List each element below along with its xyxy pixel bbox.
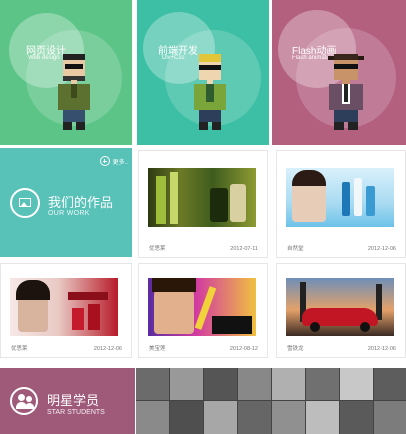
work-thumbnail <box>148 168 256 227</box>
student-photo[interactable] <box>204 368 237 400</box>
student-photo[interactable] <box>272 401 305 434</box>
work-name: 优思莱 <box>149 246 166 252</box>
picture-icon <box>10 188 40 218</box>
plus-circle-icon <box>99 156 110 166</box>
work-name: 优思莱 <box>11 346 28 352</box>
tile-subtitle: Web design <box>28 55 60 61</box>
student-photo[interactable] <box>170 401 203 434</box>
works-subtitle: OUR WORK <box>48 210 90 217</box>
student-photo[interactable] <box>374 368 406 400</box>
more-link[interactable]: 更多.. <box>99 156 128 166</box>
more-label: 更多.. <box>112 159 128 166</box>
work-card[interactable]: 自然堂 2012-12-06 <box>276 150 406 258</box>
tile-web-design[interactable]: 网页设计 Web design <box>0 0 132 145</box>
student-photo[interactable] <box>272 368 305 400</box>
work-thumbnail <box>10 278 118 336</box>
student-photo[interactable] <box>374 401 406 434</box>
student-photo[interactable] <box>204 401 237 434</box>
student-photo[interactable] <box>238 401 271 434</box>
works-title: 我们的作品 <box>48 195 114 210</box>
student-photo[interactable] <box>340 368 373 400</box>
work-card[interactable]: 美宝莲 2012-08-12 <box>138 263 268 358</box>
student-photo[interactable] <box>136 368 169 400</box>
pixel-character <box>58 54 92 132</box>
students-title: 明星学员 <box>47 393 100 408</box>
users-icon <box>10 387 38 415</box>
student-photo[interactable] <box>238 368 271 400</box>
student-photo[interactable] <box>340 401 373 434</box>
work-card[interactable]: 优思莱 2012-12-06 <box>0 263 132 358</box>
work-name: 雪铁龙 <box>287 346 304 352</box>
work-thumbnail <box>286 168 394 227</box>
work-date: 2012-08-12 <box>229 346 258 352</box>
tile-frontend[interactable]: 前端开发 Div+Css <box>137 0 269 145</box>
student-photo[interactable] <box>306 401 339 434</box>
works-panel: 更多.. 我们的作品 OUR WORK <box>0 148 132 257</box>
work-card[interactable]: 雪铁龙 2012-12-06 <box>276 263 406 358</box>
students-photo-grid <box>136 368 406 434</box>
work-thumbnail <box>286 278 394 336</box>
tile-subtitle: Div+Css <box>162 55 185 61</box>
work-date: 2012-12-06 <box>367 346 396 352</box>
work-date: 2012-07-11 <box>230 246 258 252</box>
pixel-character <box>194 54 228 132</box>
students-panel: 明星学员 STAR STUDENTS <box>0 368 135 434</box>
work-date: 2012-12-06 <box>367 246 396 252</box>
student-photo[interactable] <box>136 401 169 434</box>
work-name: 自然堂 <box>287 246 304 252</box>
work-card[interactable]: 优思莱 2012-07-11 <box>138 150 268 258</box>
work-name: 美宝莲 <box>149 346 166 352</box>
students-subtitle: STAR STUDENTS <box>47 409 105 416</box>
student-photo[interactable] <box>170 368 203 400</box>
pixel-character <box>326 54 366 132</box>
student-photo[interactable] <box>306 368 339 400</box>
work-thumbnail <box>148 278 256 336</box>
tile-flash[interactable]: Flash动画 Flash animation <box>272 0 406 145</box>
work-date: 2012-12-06 <box>93 346 122 352</box>
